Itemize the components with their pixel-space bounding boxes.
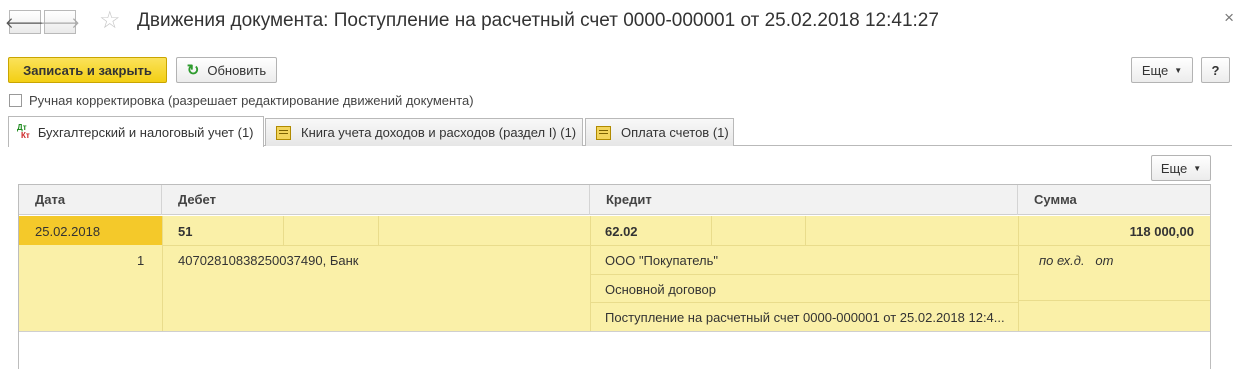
row-divider bbox=[590, 302, 1018, 303]
row-divider bbox=[590, 274, 1018, 275]
page-title: Движения документа: Поступление на расче… bbox=[137, 10, 939, 31]
row-credit-subconto-3: Поступление на расчетный счет 0000-00000… bbox=[605, 310, 1005, 325]
register-icon bbox=[276, 125, 291, 140]
row-divider bbox=[1018, 300, 1210, 301]
row-date: 25.02.2018 bbox=[35, 224, 101, 239]
row-credit-subconto-1: ООО "Покупатель" bbox=[605, 253, 719, 268]
column-header-debit[interactable]: Дебет bbox=[162, 185, 590, 215]
more-button[interactable]: Еще ▼ bbox=[1131, 57, 1193, 83]
refresh-button[interactable]: ↻ Обновить bbox=[176, 57, 277, 83]
row-amount: 118 000,00 bbox=[1129, 224, 1194, 239]
grid-more-button[interactable]: Еще ▼ bbox=[1151, 155, 1211, 181]
tab-accounting-label: Бухгалтерский и налоговый учет (1) bbox=[37, 124, 254, 140]
register-icon bbox=[596, 125, 611, 140]
row-line-number: 1 bbox=[137, 253, 145, 268]
back-button[interactable]: 🡐 bbox=[5, 10, 45, 34]
tab-income-expense-book[interactable]: Книга учета доходов и расходов (раздел I… bbox=[265, 118, 583, 146]
help-button[interactable]: ? bbox=[1201, 57, 1230, 83]
save-and-close-label: Записать и закрыть bbox=[23, 62, 152, 78]
cell-divider bbox=[162, 216, 163, 331]
row-amount-note: по ех.д. от bbox=[1039, 253, 1114, 268]
forward-button[interactable]: 🡒 bbox=[40, 10, 80, 34]
chevron-down-icon: ▼ bbox=[1193, 163, 1202, 173]
manual-correction-checkbox[interactable] bbox=[9, 94, 22, 107]
help-label: ? bbox=[1211, 62, 1220, 78]
cell-divider bbox=[711, 216, 712, 245]
row-debit-account: 51 bbox=[178, 224, 193, 239]
cell-divider bbox=[378, 216, 379, 245]
row-credit-account: 62.02 bbox=[605, 224, 638, 239]
chevron-down-icon: ▼ bbox=[1174, 65, 1183, 75]
row-debit-subconto-1: 40702810838250037490, Банк bbox=[178, 253, 359, 268]
manual-correction-label: Ручная корректировка (разрешает редактир… bbox=[29, 93, 474, 108]
cell-divider bbox=[1018, 216, 1019, 331]
arrow-right-icon: 🡒 bbox=[39, 14, 81, 32]
refresh-icon: ↻ bbox=[186, 62, 200, 79]
tab-invoice-payment[interactable]: Оплата счетов (1) bbox=[585, 118, 734, 146]
dt-kt-icon: Дт Кт bbox=[17, 123, 30, 140]
row-divider bbox=[162, 245, 1210, 246]
column-header-date[interactable]: Дата bbox=[19, 185, 162, 215]
column-header-amount[interactable]: Сумма bbox=[1018, 185, 1210, 215]
tab-invoice-payment-label: Оплата счетов (1) bbox=[621, 125, 729, 140]
more-label: Еще bbox=[1141, 62, 1169, 78]
grid-more-label: Еще bbox=[1160, 160, 1188, 176]
save-and-close-button[interactable]: Записать и закрыть bbox=[8, 57, 167, 83]
cell-divider bbox=[805, 216, 806, 245]
close-icon[interactable]: × bbox=[1224, 8, 1234, 28]
cell-divider bbox=[283, 216, 284, 245]
column-header-credit[interactable]: Кредит bbox=[590, 185, 1018, 215]
tab-income-expense-book-label: Книга учета доходов и расходов (раздел I… bbox=[301, 125, 577, 140]
refresh-label: Обновить bbox=[207, 62, 267, 78]
star-icon[interactable]: ☆ bbox=[99, 6, 121, 35]
row-bottom-border bbox=[19, 331, 1210, 332]
row-credit-subconto-2: Основной договор bbox=[605, 282, 716, 297]
movements-table: Дата Дебет Кредит Сумма 25.02.2018 1 51 … bbox=[18, 184, 1211, 369]
tab-accounting[interactable]: Дт Кт Бухгалтерский и налоговый учет (1) bbox=[8, 116, 264, 147]
